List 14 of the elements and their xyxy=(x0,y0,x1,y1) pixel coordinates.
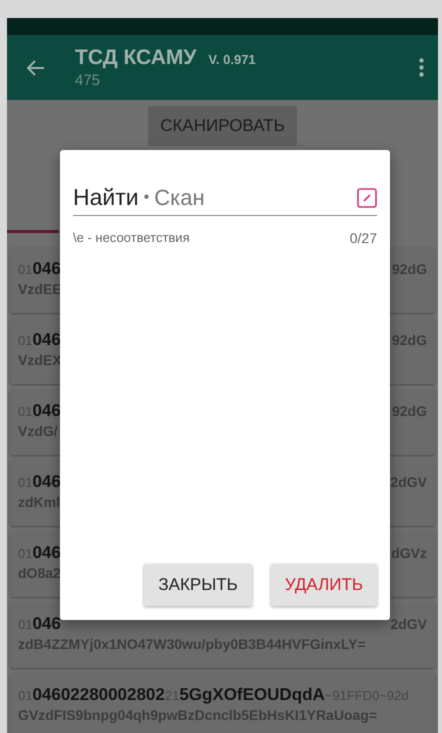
app-subtitle: 475 xyxy=(75,72,102,89)
dialog-subtitle: Скан xyxy=(154,184,206,210)
filter-hint: \e - несоответствия xyxy=(73,230,190,246)
edit-icon[interactable] xyxy=(357,188,377,208)
match-count: 0/27 xyxy=(350,230,377,246)
back-arrow-icon[interactable] xyxy=(27,60,45,76)
app-version: V. 0.971 xyxy=(208,52,256,67)
close-button[interactable]: ЗАКРЫТЬ xyxy=(144,564,252,606)
app-title: ТСД КСАМУ xyxy=(75,46,196,70)
title-separator: • xyxy=(144,188,150,206)
dialog-title: Найти xyxy=(73,184,139,211)
delete-button[interactable]: УДАЛИТЬ xyxy=(270,564,377,606)
scan-button[interactable]: СКАНИРОВАТЬ xyxy=(148,106,297,146)
more-menu-icon[interactable] xyxy=(419,58,424,77)
